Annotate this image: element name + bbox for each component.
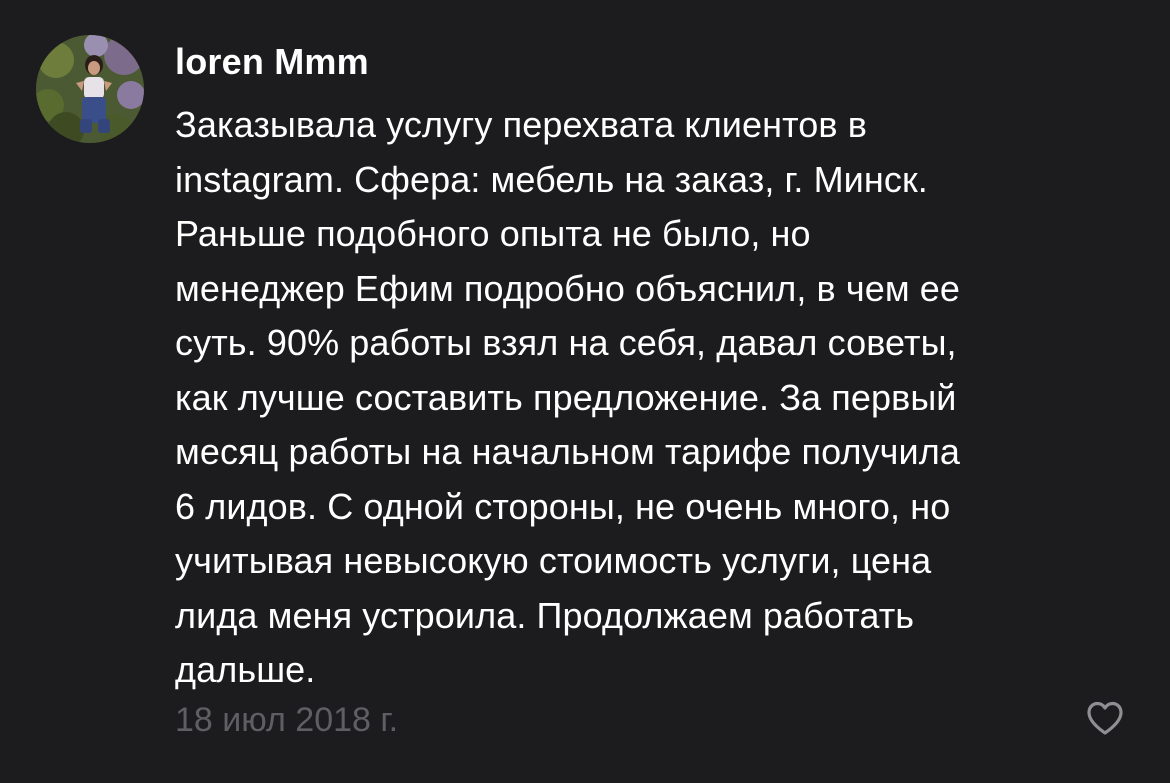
comment-card: loren Mmm Заказывала услугу перехвата кл… [0,0,1170,783]
comment-text: Заказывала услугу перехвата клиентов в i… [175,98,1135,698]
like-button[interactable] [1083,696,1127,740]
comment-text-line: instagram. Сфера: мебель на заказ, г. Ми… [175,158,928,200]
comment-text-line: лида меня устроила. Продолжаем работать [175,594,915,636]
comment-text-line: месяц работы на начальном тарифе получил… [175,431,960,472]
comment-text-line: учитывая невысокую стоимость услуги, цен… [175,540,932,581]
heart-outline-icon [1087,701,1123,735]
comment-text-line: суть. 90% работы взял на себя, давал сов… [175,322,957,363]
avatar-photo [36,35,144,143]
comment-text-line: Заказывала услугу перехвата клиентов в [175,104,867,145]
comment-text-line: дальше. [175,649,316,690]
comment-text-line: Раньше подобного опыта не было, но [175,213,811,254]
username[interactable]: loren Mmm [175,40,369,84]
comment-date: 18 июл 2018 г. [175,701,399,739]
comment-text-line: 6 лидов. С одной стороны, не очень много… [175,485,951,527]
avatar[interactable] [36,35,144,143]
comment-text-line: менеджер Ефим подробно объяснил, в чем е… [175,267,961,309]
comment-text-line: как лучше составить предложение. За перв… [175,376,957,418]
